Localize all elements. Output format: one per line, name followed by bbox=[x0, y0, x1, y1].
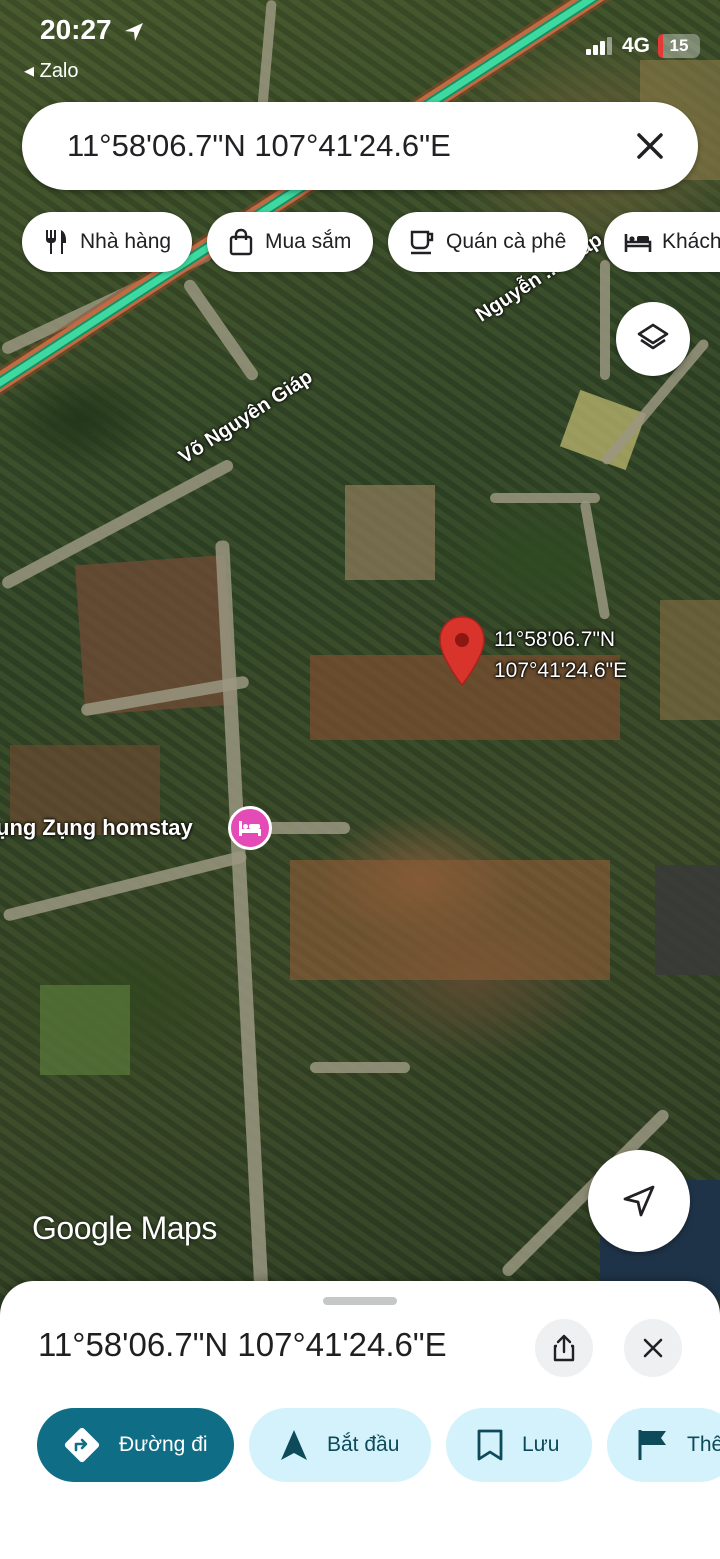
chip-shopping[interactable]: Mua sắm bbox=[207, 212, 373, 272]
pin-coordinates-label: 11°58'06.7"N 107°41'24.6"E bbox=[494, 624, 627, 686]
directions-icon bbox=[64, 1427, 100, 1463]
network-type: 4G bbox=[621, 34, 650, 57]
dirt-road bbox=[2, 849, 248, 923]
field-plot bbox=[655, 865, 720, 975]
navigation-arrow-icon bbox=[623, 1185, 655, 1217]
navigation-arrow-icon bbox=[281, 1430, 307, 1460]
chip-restaurants[interactable]: Nhà hàng bbox=[22, 212, 192, 272]
dirt-road bbox=[579, 500, 611, 620]
hotel-bed-icon bbox=[624, 234, 652, 252]
restaurant-icon bbox=[46, 230, 66, 254]
action-label: Lưu bbox=[522, 1433, 560, 1456]
battery-icon: 15 bbox=[658, 34, 700, 58]
close-icon bbox=[643, 1338, 663, 1358]
battery-level: 15 bbox=[669, 36, 689, 55]
hotel-poi-icon[interactable] bbox=[228, 806, 272, 850]
save-button[interactable]: Lưu bbox=[446, 1408, 592, 1482]
share-button[interactable] bbox=[535, 1319, 593, 1377]
field-plot bbox=[290, 860, 610, 980]
start-button[interactable]: Bắt đầu bbox=[249, 1408, 431, 1482]
chip-label: Nhà hàng bbox=[80, 230, 172, 253]
dirt-road bbox=[310, 1062, 410, 1073]
status-time: 20:27 bbox=[40, 14, 145, 46]
chip-hotels[interactable]: Khách bbox=[604, 212, 720, 272]
add-label-button[interactable]: Thê bbox=[607, 1408, 720, 1482]
dirt-road bbox=[257, 0, 277, 111]
drag-handle[interactable] bbox=[323, 1297, 397, 1305]
field-plot bbox=[40, 985, 130, 1075]
field-plot bbox=[345, 485, 435, 580]
field-plot bbox=[660, 600, 720, 720]
time-text: 20:27 bbox=[40, 14, 112, 45]
location-pin-icon[interactable] bbox=[437, 615, 487, 687]
satellite-map[interactable]: Võ Nguyên Giáp Nguyễn ... Giáp 11°58'06.… bbox=[0, 0, 720, 1300]
status-indicators: 4G 15 bbox=[585, 34, 700, 58]
bookmark-icon bbox=[477, 1429, 503, 1461]
dirt-road bbox=[215, 540, 269, 1300]
action-label: Bắt đầu bbox=[327, 1433, 400, 1456]
poi-homestay-label[interactable]: ụng Zụng homstay bbox=[0, 815, 193, 841]
directions-button[interactable]: Đường đi bbox=[37, 1408, 234, 1482]
place-title: 11°58'06.7"N 107°41'24.6"E bbox=[38, 1326, 447, 1363]
google-maps-attribution: Google Maps bbox=[32, 1210, 217, 1246]
search-bar[interactable]: 11°58'06.7"N 107°41'24.6"E bbox=[22, 102, 698, 190]
share-icon bbox=[553, 1334, 575, 1362]
chip-label: Mua sắm bbox=[265, 230, 352, 253]
chip-label: Quán cà phê bbox=[446, 230, 567, 253]
location-arrow-icon bbox=[125, 22, 144, 41]
flag-icon bbox=[638, 1430, 666, 1460]
close-sheet-button[interactable] bbox=[624, 1319, 682, 1377]
signal-icon bbox=[585, 37, 612, 55]
category-chips: Nhà hàng Mua sắm Quán cà phê Khách bbox=[22, 212, 720, 272]
dirt-road bbox=[181, 277, 261, 383]
dirt-road bbox=[265, 822, 350, 834]
shopping-bag-icon bbox=[229, 228, 253, 256]
coffee-icon bbox=[410, 230, 434, 255]
action-label: Thê bbox=[687, 1433, 720, 1456]
pin-label-lat: 11°58'06.7"N bbox=[494, 628, 616, 651]
action-label: Đường đi bbox=[119, 1433, 208, 1456]
chip-coffee[interactable]: Quán cà phê bbox=[388, 212, 588, 272]
action-buttons: Đường đi Bắt đầu Lưu Thê bbox=[0, 1408, 720, 1482]
pin-label-lng: 107°41'24.6"E bbox=[494, 659, 628, 682]
search-query[interactable]: 11°58'06.7"N 107°41'24.6"E bbox=[67, 128, 451, 164]
place-bottom-sheet[interactable]: 11°58'06.7"N 107°41'24.6"E Đường đi Bắt … bbox=[0, 1281, 720, 1559]
layers-icon bbox=[637, 323, 669, 350]
close-icon[interactable] bbox=[628, 124, 672, 168]
layers-button[interactable] bbox=[616, 302, 690, 376]
my-location-button[interactable] bbox=[588, 1150, 690, 1252]
chip-label: Khách bbox=[662, 230, 720, 253]
dirt-road bbox=[600, 260, 610, 380]
back-to-app[interactable]: ◂ Zalo bbox=[24, 58, 79, 83]
road-label-vo-nguyen-giap: Võ Nguyên Giáp bbox=[175, 365, 317, 469]
